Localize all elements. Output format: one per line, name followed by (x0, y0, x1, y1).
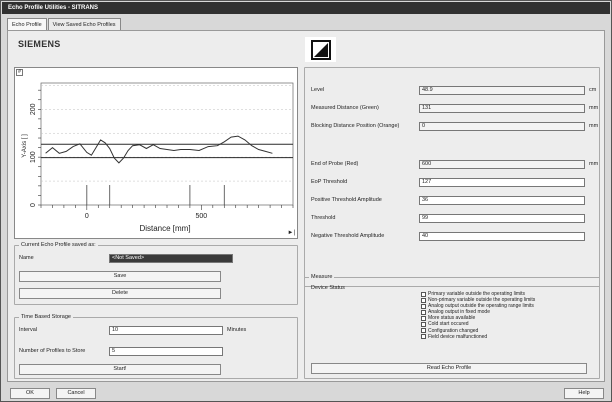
status-checkbox (421, 303, 426, 309)
readout-group: Level 48.9 cm Measured Distance (Green) … (304, 67, 600, 287)
status-checkbox (421, 309, 426, 315)
end-of-probe-label: End of Probe (Red) (311, 161, 359, 167)
window-title: Echo Profile Utilities - SITRANS (2, 2, 610, 14)
tab-view-saved-echo-profiles[interactable]: View Saved Echo Profiles (47, 18, 121, 30)
threshold-label: Threshold (311, 215, 336, 221)
y-tick-label: 0 (30, 203, 37, 207)
measured-distance-label: Measured Distance (Green) (311, 105, 379, 111)
interval-input[interactable]: 10 (109, 326, 223, 335)
tab-bar: Echo Profile View Saved Echo Profiles (7, 18, 122, 30)
ok-button[interactable]: OK (10, 388, 50, 399)
blocking-distance-unit: mm (589, 123, 599, 129)
current-echo-profile-group: Current Echo Profile saved as: Name <Not… (14, 242, 298, 305)
echo-profile-panel: SIEMENS # 0 500 0 100 200 Distance [mm] Y-Ax… (7, 30, 605, 382)
y-tick-label: 100 (30, 151, 37, 163)
eop-threshold-label: EoP Threshold (311, 179, 348, 185)
status-item: Field device malfunctioned (421, 334, 535, 340)
read-echo-profile-button[interactable]: Read Echo Profile (311, 363, 587, 374)
siemens-logo: SIEMENS (18, 39, 61, 49)
positive-threshold-label: Positive Threshold Amplitude (311, 197, 382, 203)
y-tick-label: 200 (30, 103, 37, 115)
end-of-probe-value: 600 (419, 160, 585, 169)
status-checkbox (421, 297, 426, 303)
echo-profile-window: Echo Profile Utilities - SITRANS Echo Pr… (0, 0, 612, 402)
level-unit: cm (589, 87, 597, 93)
save-button[interactable]: Save (19, 271, 221, 282)
threshold-input[interactable]: 99 (419, 214, 585, 223)
cancel-button[interactable]: Cancel (56, 388, 96, 399)
profiles-to-store-input[interactable]: 5 (109, 347, 223, 356)
blocking-distance-label: Blocking Distance Position (Orange) (311, 123, 400, 129)
negative-threshold-label: Negative Threshold Amplitude (311, 233, 385, 239)
x-tick-label: 0 (85, 213, 89, 220)
echo-profile-icon (305, 37, 336, 62)
name-label: Name (19, 255, 34, 261)
measure-group: Measure Device Status Primary variable o… (304, 274, 600, 379)
start-button[interactable]: Start! (19, 364, 221, 375)
chart-menu-button[interactable]: # (16, 69, 23, 76)
profiles-to-store-label: Number of Profiles to Store (19, 348, 86, 354)
current-echo-group-title: Current Echo Profile saved as: (19, 242, 98, 249)
device-status-list: Primary variable outside the operating l… (421, 291, 535, 340)
measured-distance-unit: mm (589, 105, 599, 111)
delete-button[interactable]: Delete (19, 288, 221, 299)
device-status-label: Device Status (311, 285, 345, 291)
status-checkbox (421, 315, 426, 321)
blocking-distance-value: 0 (419, 122, 585, 131)
level-label: Level (311, 87, 325, 93)
status-checkbox (421, 321, 426, 327)
interval-label: Interval (19, 327, 38, 333)
x-tick-label: 500 (196, 213, 208, 220)
end-of-probe-unit: mm (589, 161, 599, 167)
measure-group-title: Measure (309, 274, 335, 281)
profile-name-field[interactable]: <Not Saved> (109, 254, 233, 263)
y-axis-label: Y-Axis [ ] (22, 134, 28, 158)
echo-profile-chart: # 0 500 0 100 200 Distance [mm] Y-Axis [ ] ►… (14, 67, 298, 239)
status-checkbox (421, 328, 426, 334)
dialog-footer: OK Cancel Help (2, 385, 610, 401)
level-value: 48.9 (419, 86, 585, 95)
time-storage-group-title: Time Based Storage (19, 314, 73, 321)
x-axis-label: Distance [mm] (139, 224, 190, 233)
measured-distance-value: 131 (419, 104, 585, 113)
negative-threshold-input[interactable]: 40 (419, 232, 585, 241)
echo-profile-plot: 0 500 0 100 200 Distance [mm] Y-Axis [ ] (22, 82, 294, 233)
eop-threshold-input[interactable]: 127 (419, 178, 585, 187)
status-checkbox (421, 291, 426, 297)
time-based-storage-group: Time Based Storage Interval 10 Minutes N… (14, 314, 298, 379)
tab-echo-profile[interactable]: Echo Profile (7, 18, 47, 30)
help-button[interactable]: Help (564, 388, 604, 399)
status-checkbox (421, 334, 426, 340)
positive-threshold-input[interactable]: 36 (419, 196, 585, 205)
chart-scroll-arrow-icon[interactable]: ►| (288, 230, 296, 236)
interval-unit: Minutes (227, 327, 247, 333)
